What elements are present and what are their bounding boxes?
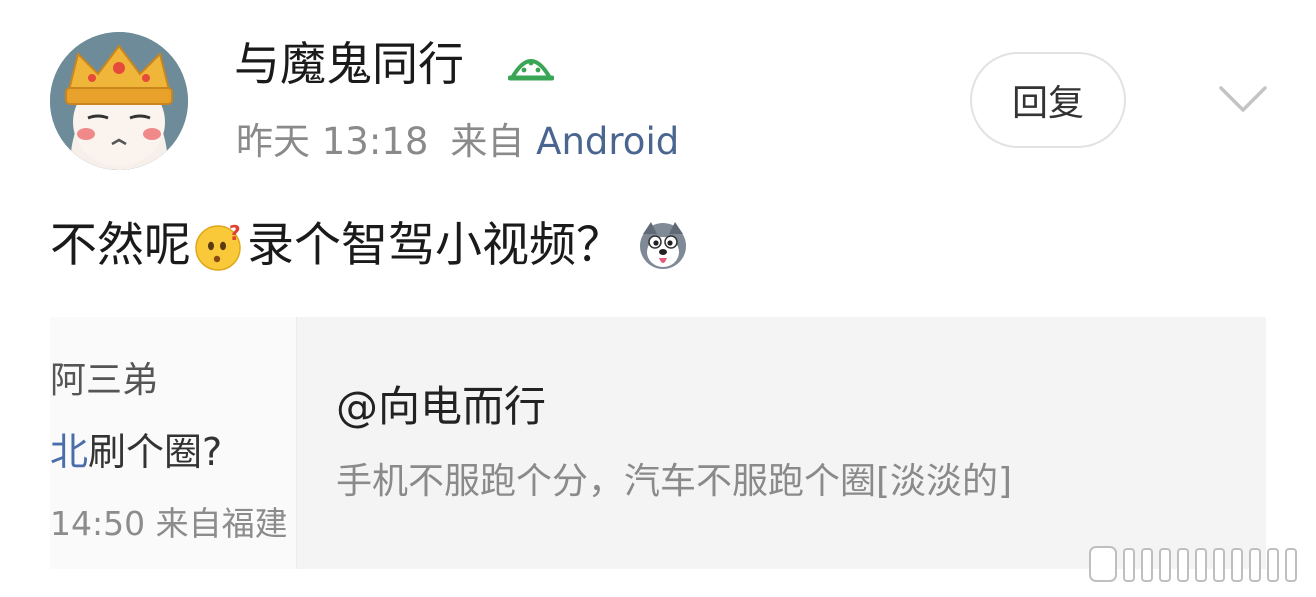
source-prefix: 来自 — [450, 120, 525, 163]
chevron-down-icon[interactable] — [1218, 84, 1268, 116]
thumb-content-highlight: 北 — [50, 430, 89, 474]
thumb-meta: 14:50 来自福建 — [50, 504, 288, 543]
thumb-username: 阿三弟 — [50, 360, 159, 401]
avatar-illustration — [50, 32, 188, 170]
husky-dog-emoji — [637, 220, 689, 272]
svg-text:?: ? — [229, 221, 241, 245]
post-meta: 昨天 13:18 来自 Android — [236, 116, 679, 168]
watermelon-icon — [507, 50, 555, 86]
thumb-content-rest: 刷个圈? — [88, 430, 223, 474]
quoted-post-author[interactable]: @向电而行 — [336, 379, 546, 435]
source-device[interactable]: Android — [536, 120, 679, 163]
username[interactable]: 与魔鬼同行 — [234, 34, 464, 94]
post-content-part2: 录个智驾小视频？ — [247, 218, 623, 273]
post-content-part1: 不然呢 — [50, 218, 191, 273]
post-content: 不然呢 ? 录个智驾小视频？ — [50, 210, 691, 282]
quoted-post-text: 手机不服跑个分，汽车不服跑个圈[淡淡的] — [336, 461, 1013, 502]
watermark-logo — [1088, 543, 1304, 587]
user-avatar[interactable] — [50, 32, 188, 170]
post-timestamp: 昨天 13:18 — [236, 120, 429, 163]
thinking-face-emoji: ? — [193, 220, 245, 272]
quoted-post-thumbnail[interactable]: 阿三弟 北刷个圈? 14:50 来自福建 — [50, 317, 297, 569]
thumb-content: 北刷个圈? — [50, 421, 222, 476]
quoted-post-card[interactable]: 阿三弟 北刷个圈? 14:50 来自福建 @向电而行 手机不服跑个分，汽车不服跑… — [50, 317, 1266, 569]
reply-button[interactable]: 回复 — [970, 52, 1126, 148]
